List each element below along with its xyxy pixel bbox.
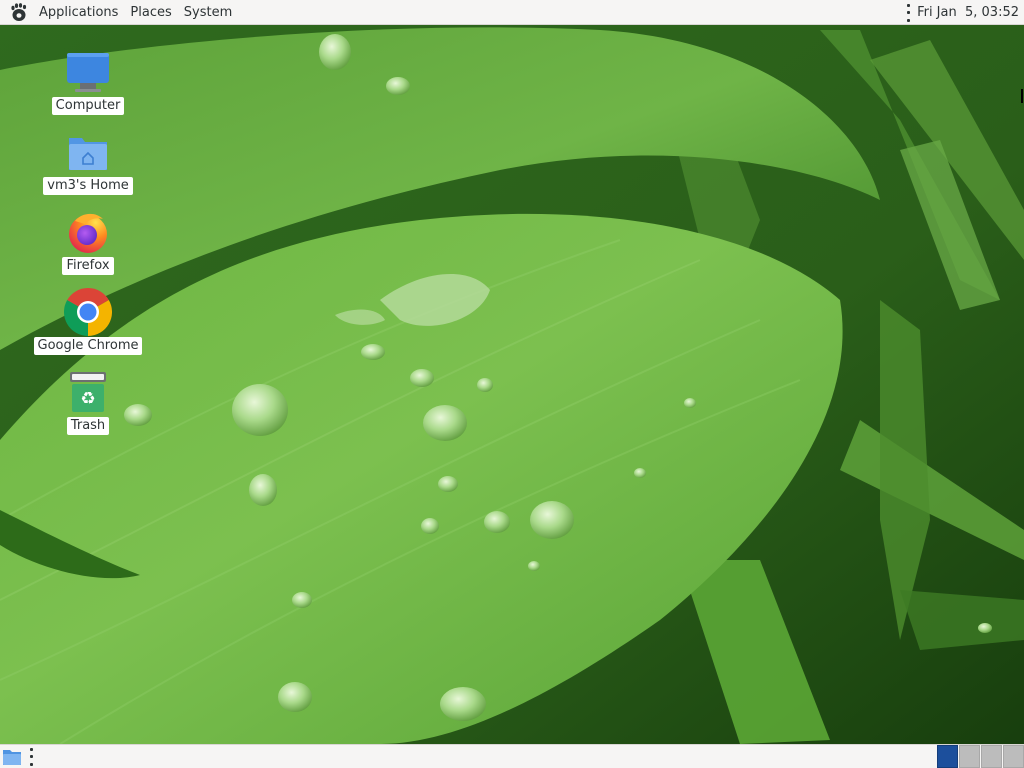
desktop-icon-computer[interactable]: Computer (33, 48, 143, 115)
top-panel-right: Fri Jan 5, 03:52 (906, 0, 1024, 25)
svg-text:♻: ♻ (80, 389, 95, 409)
desktop-icon-label: Google Chrome (33, 337, 143, 355)
chrome-icon (64, 288, 112, 336)
desktop-wallpaper (0, 0, 1024, 768)
firefox-icon (64, 208, 112, 256)
desktop-icon-home[interactable]: vm3's Home (33, 128, 143, 195)
computer-icon (64, 48, 112, 96)
desktop-icon-trash[interactable]: ♻ Trash (33, 368, 143, 435)
workspace-4[interactable] (1003, 745, 1024, 768)
top-panel: Applications Places System Fri Jan 5, 03… (0, 0, 1024, 25)
home-folder-icon (64, 128, 112, 176)
trash-icon: ♻ (64, 368, 112, 416)
desktop-icon-label: Computer (51, 97, 125, 115)
workspace-1[interactable] (937, 745, 958, 768)
desktop-screen: Applications Places System Fri Jan 5, 03… (0, 0, 1024, 768)
panel-handle-icon[interactable] (906, 3, 910, 22)
panel-handle-icon[interactable] (29, 747, 33, 766)
desktop-icon-label: Firefox (62, 257, 114, 275)
system-menu[interactable]: System (178, 0, 238, 25)
workspace-3[interactable] (981, 745, 1002, 768)
desktop-icon-chrome[interactable]: Google Chrome (33, 288, 143, 355)
desktop-icon-label: vm3's Home (43, 177, 133, 195)
show-desktop-icon[interactable] (1, 746, 23, 768)
places-menu[interactable]: Places (124, 0, 177, 25)
workspace-2[interactable] (959, 745, 980, 768)
gnome-foot-icon[interactable] (9, 2, 29, 22)
desktop-icon-firefox[interactable]: Firefox (33, 208, 143, 275)
applications-menu[interactable]: Applications (33, 0, 124, 25)
mouse-cursor (1021, 89, 1023, 103)
desktop-icon-label: Trash (66, 417, 110, 435)
workspace-switcher[interactable] (936, 745, 1024, 768)
bottom-panel (0, 744, 1024, 768)
clock[interactable]: Fri Jan 5, 03:52 (917, 5, 1024, 20)
